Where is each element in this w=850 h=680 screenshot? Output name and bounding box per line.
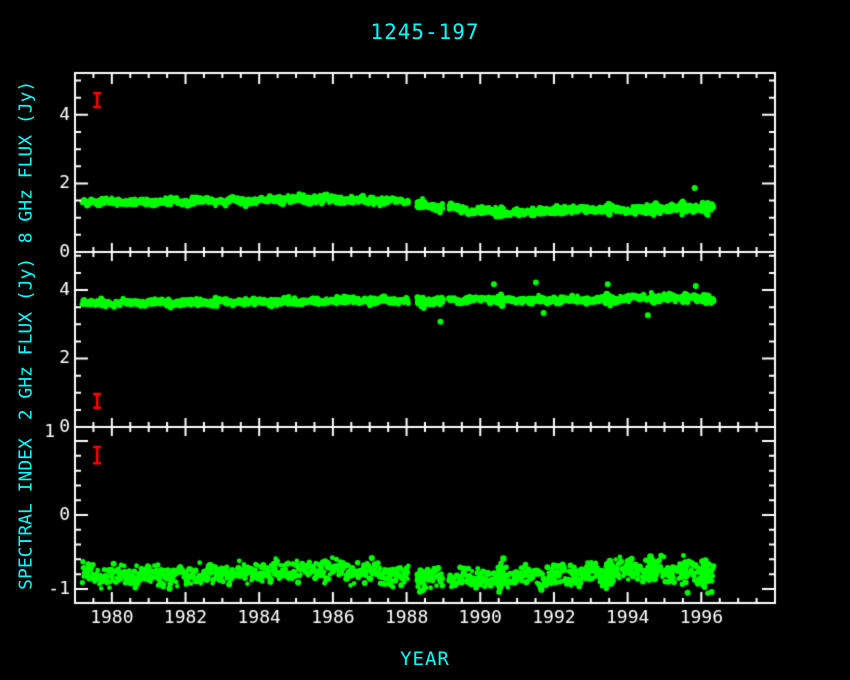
y-axis-label-2ghz: 2 GHz FLUX (Jy) bbox=[16, 258, 37, 421]
y-axis-label-spectral-index: SPECTRAL INDEX bbox=[16, 438, 37, 590]
light-curve-figure: 1245-197 8 GHz FLUX (Jy) 2 GHz FLUX (Jy)… bbox=[0, 0, 850, 680]
y-axis-label-8ghz: 8 GHz FLUX (Jy) bbox=[16, 81, 37, 244]
chart-canvas bbox=[0, 0, 850, 680]
x-axis-label-year: YEAR bbox=[0, 648, 850, 670]
source-name-title: 1245-197 bbox=[0, 20, 850, 44]
